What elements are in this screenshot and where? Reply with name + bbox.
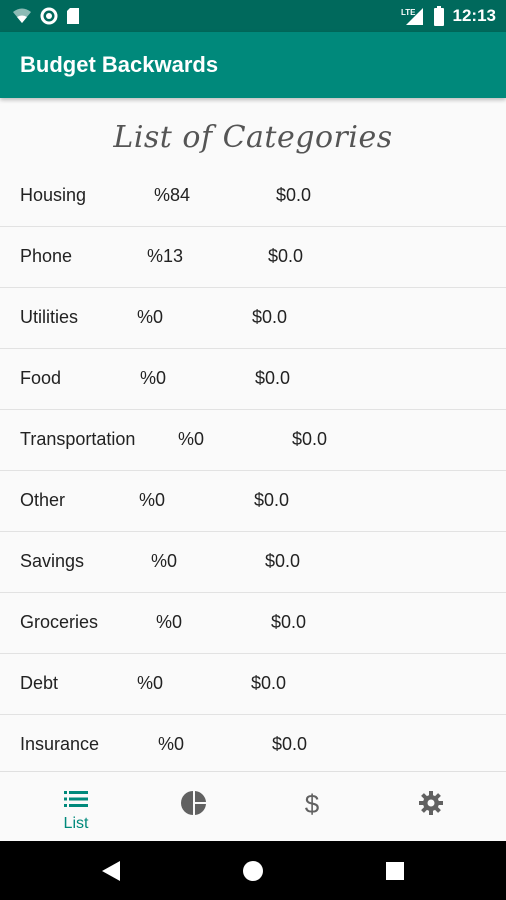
page-title: List of Categories — [113, 120, 393, 155]
category-percent: %84 — [154, 185, 191, 205]
nav-item-dollar[interactable]: $ — [249, 772, 375, 842]
list-icon — [64, 791, 88, 807]
sync-icon — [40, 7, 58, 25]
list-item[interactable]: Food %0 $0.0 — [0, 349, 506, 410]
nav-item-settings[interactable] — [367, 772, 493, 842]
app-title: Budget Backwards — [20, 52, 219, 77]
recents-icon[interactable] — [386, 862, 404, 880]
dollar-icon: $ — [305, 790, 320, 818]
category-amount: $0.0 — [254, 490, 290, 510]
category-name: Food — [20, 368, 62, 388]
status-left-icons — [12, 6, 80, 26]
category-name: Transportation — [20, 429, 136, 449]
category-percent: %0 — [178, 429, 205, 449]
category-name: Insurance — [20, 734, 100, 754]
category-amount: $0.0 — [272, 734, 308, 754]
category-list: Housing %84 $0.0 Phone %13 $0.0 Utilitie… — [0, 166, 506, 776]
list-item[interactable]: Housing %84 $0.0 — [0, 166, 506, 227]
nav-item-chart[interactable] — [131, 772, 257, 842]
sd-card-icon — [67, 8, 79, 24]
category-name: Debt — [20, 673, 59, 693]
list-item[interactable]: Utilities %0 $0.0 — [0, 288, 506, 349]
home-icon[interactable] — [242, 860, 264, 882]
category-name: Other — [20, 490, 66, 510]
category-name: Housing — [20, 185, 87, 205]
list-item[interactable]: Debt %0 $0.0 — [0, 654, 506, 715]
list-item[interactable]: Insurance %0 $0.0 — [0, 715, 506, 776]
nav-label-list: List — [63, 815, 89, 832]
category-amount: $0.0 — [292, 429, 328, 449]
category-amount: $0.0 — [268, 246, 304, 266]
category-percent: %0 — [151, 551, 178, 571]
category-name: Phone — [20, 246, 73, 266]
app-bar: Budget Backwards — [0, 32, 506, 98]
list-item[interactable]: Other %0 $0.0 — [0, 471, 506, 532]
category-amount: $0.0 — [271, 612, 307, 632]
category-name: Savings — [20, 551, 85, 571]
category-name: Utilities — [20, 307, 79, 327]
clock: 12:13 — [452, 6, 496, 25]
category-amount: $0.0 — [276, 185, 312, 205]
category-amount: $0.0 — [255, 368, 291, 388]
category-name: Groceries — [20, 612, 99, 632]
back-icon[interactable] — [100, 860, 122, 882]
gear-icon — [419, 791, 443, 815]
bottom-navigation: List $ — [0, 771, 506, 842]
list-item[interactable]: Groceries %0 $0.0 — [0, 593, 506, 654]
category-amount: $0.0 — [252, 307, 288, 327]
battery-icon — [433, 6, 444, 26]
status-bar: LTE 12:13 — [0, 0, 506, 32]
category-amount: $0.0 — [265, 551, 301, 571]
category-percent: %0 — [139, 490, 166, 510]
status-right-icons: LTE 12:13 — [401, 5, 496, 27]
category-percent: %13 — [147, 246, 184, 266]
category-percent: %0 — [158, 734, 185, 754]
list-item[interactable]: Transportation %0 $0.0 — [0, 410, 506, 471]
category-percent: %0 — [137, 307, 164, 327]
nav-item-list[interactable]: List — [13, 772, 139, 842]
lte-signal-icon: LTE — [401, 8, 423, 25]
category-amount: $0.0 — [251, 673, 287, 693]
category-percent: %0 — [156, 612, 183, 632]
svg-text:$: $ — [305, 790, 320, 818]
wifi-icon — [13, 8, 31, 23]
list-item[interactable]: Phone %13 $0.0 — [0, 227, 506, 288]
pie-chart-icon — [181, 791, 206, 815]
system-navigation-bar — [0, 841, 506, 900]
category-percent: %0 — [137, 673, 164, 693]
svg-text:LTE: LTE — [401, 8, 416, 17]
category-percent: %0 — [140, 368, 167, 388]
list-item[interactable]: Savings %0 $0.0 — [0, 532, 506, 593]
